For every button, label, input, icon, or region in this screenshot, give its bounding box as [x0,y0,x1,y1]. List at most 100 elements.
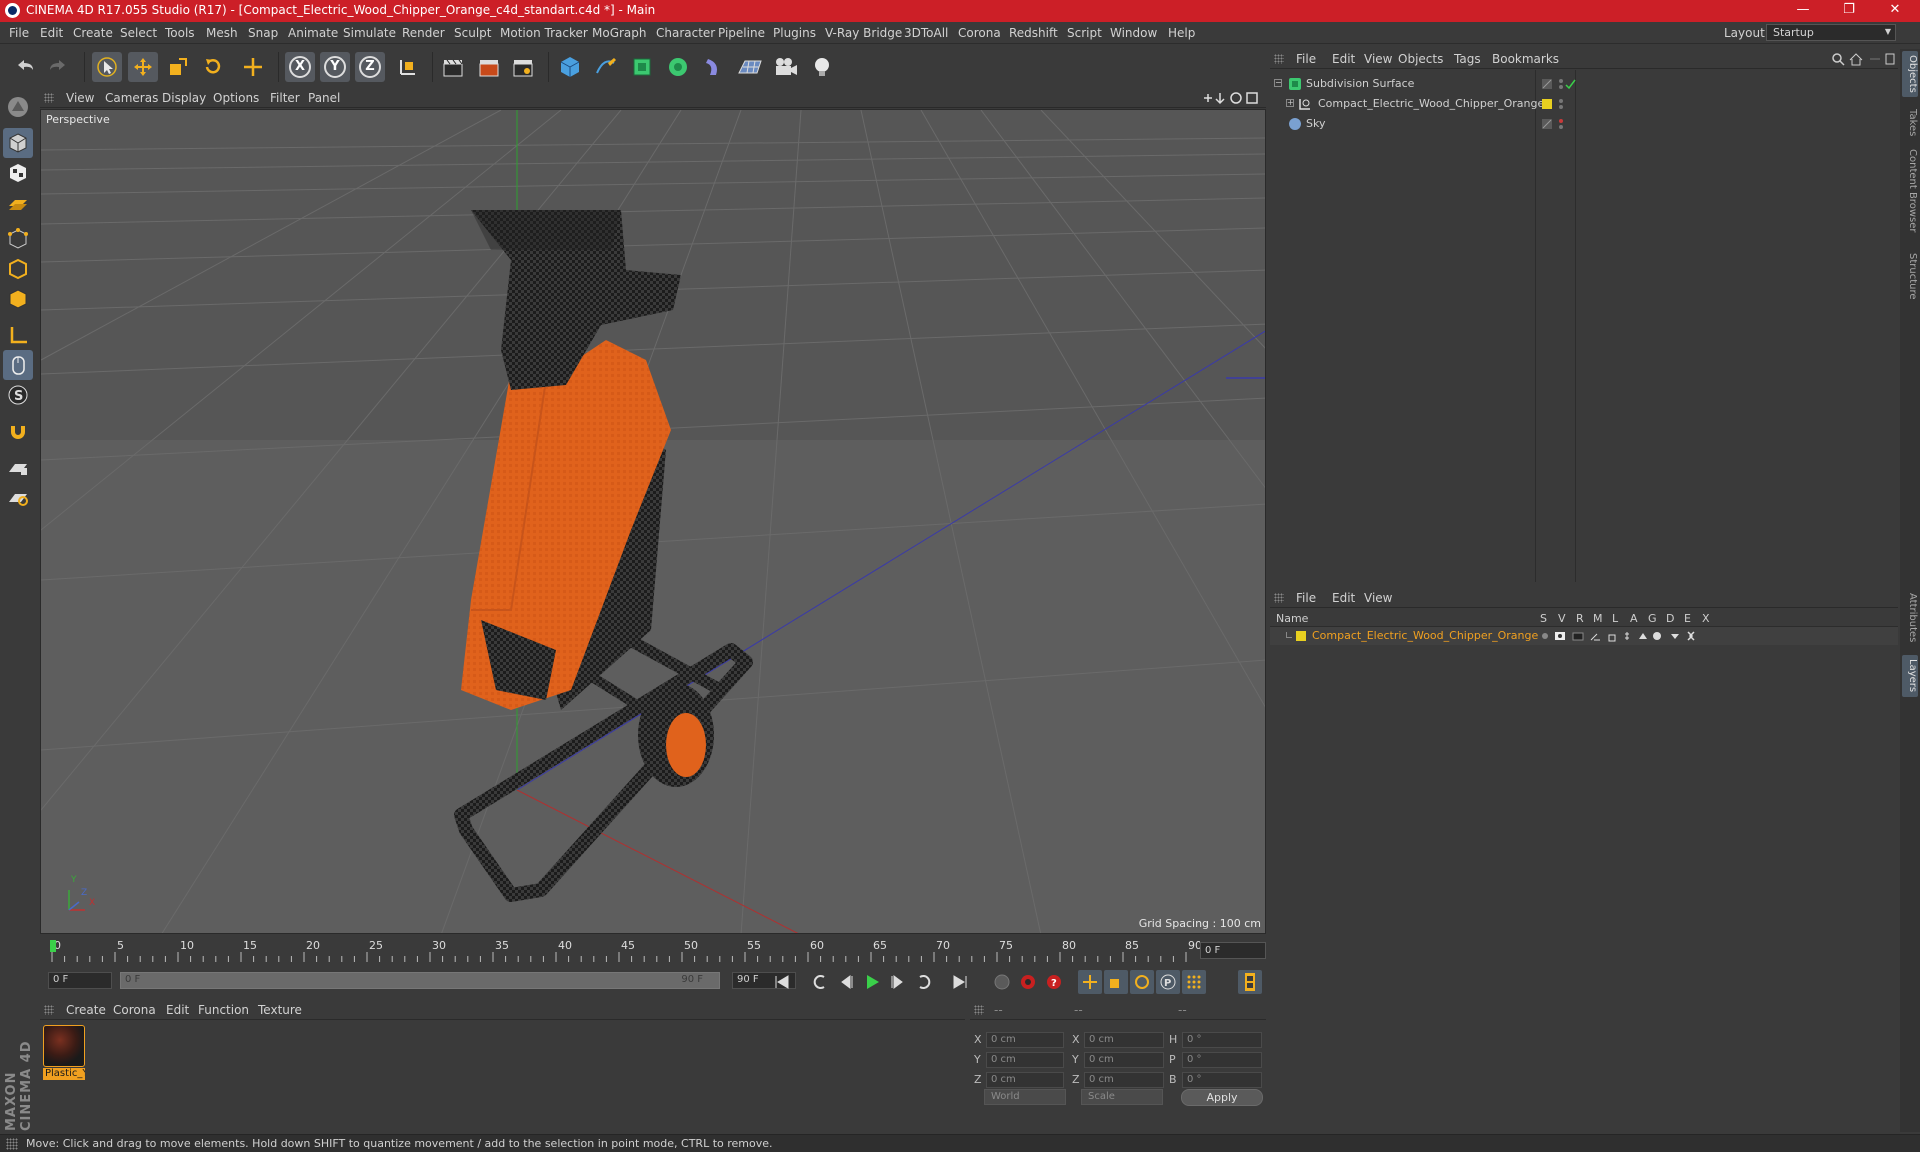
object-row-wood-chipper[interactable]: + Compact_Electric_Wood_Chipper_Orange [1270,94,1898,114]
rotate-tool-button[interactable] [198,52,228,82]
material-menu-function[interactable]: Function [198,1003,249,1017]
preview-range-slider[interactable]: 0 F 90 F [120,972,720,989]
viewport-menu-filter[interactable]: Filter [270,91,300,105]
magnet-button[interactable] [3,416,33,446]
tab-structure[interactable]: Structure [1902,249,1918,307]
y-axis-lock-button[interactable]: Y [320,52,350,82]
key-pla-button[interactable] [1182,970,1206,994]
menu-animate[interactable]: Animate [288,26,338,40]
render-settings-button[interactable] [508,52,538,82]
visibility-enabled-icons[interactable] [1541,78,1577,90]
next-key-button[interactable] [912,970,936,994]
layer-color-swatch[interactable] [1296,631,1306,641]
collapse-toggle-icon[interactable]: − [1274,79,1282,87]
tab-layers[interactable]: Layers [1902,655,1918,697]
model-mode-button[interactable] [3,128,33,158]
viewport-menu-panel[interactable]: Panel [308,91,340,105]
viewport-menu-cameras[interactable]: Cameras [105,91,158,105]
planar-workplane-button[interactable] [3,482,33,512]
scale-tool-button[interactable] [163,52,193,82]
menu-select[interactable]: Select [120,26,157,40]
coordinate-mode-dropdown[interactable]: World [984,1089,1066,1105]
key-parameter-button[interactable]: P [1156,970,1180,994]
column-animation[interactable]: A [1630,612,1638,625]
menu-help[interactable]: Help [1168,26,1195,40]
tab-attributes[interactable]: Attributes [1902,589,1918,651]
move-tool-button[interactable] [128,52,158,82]
workplane-mode-button[interactable] [3,188,33,218]
playhead-marker[interactable] [50,940,56,952]
object-row-sky[interactable]: Sky [1270,114,1898,134]
object-menu-edit[interactable]: Edit [1332,52,1355,66]
object-menu-bookmarks[interactable]: Bookmarks [1492,52,1559,66]
size-mode-dropdown[interactable]: Scale [1081,1089,1163,1105]
layer-menu-edit[interactable]: Edit [1332,591,1355,605]
material-menu-edit[interactable]: Edit [166,1003,189,1017]
menu-mesh[interactable]: Mesh [206,26,238,40]
column-deformers[interactable]: D [1666,612,1674,625]
viewport-nav-icons[interactable] [1200,90,1262,106]
size-y-field[interactable]: 0 cm [1084,1052,1164,1068]
menu-motion-tracker[interactable]: Motion Tracker [500,26,588,40]
object-menu-objects[interactable]: Objects [1398,52,1443,66]
key-position-button[interactable] [1078,970,1102,994]
object-menu-view[interactable]: View [1364,52,1392,66]
close-button[interactable]: ✕ [1872,0,1918,22]
timeline-ruler[interactable]: 0 5 10 15 20 25 30 35 40 45 50 55 60 65 70 75 80 85 90 [40,938,1266,964]
timeline-window-button[interactable] [1238,970,1262,994]
layer-flag-icons[interactable] [1540,630,1720,642]
key-rotation-button[interactable] [1130,970,1154,994]
object-row-subdivision-surface[interactable]: − Subdivision Surface [1270,74,1898,94]
layer-color-dots[interactable] [1541,98,1577,110]
render-to-picture-viewer-button[interactable] [474,52,504,82]
viewport-menu-options[interactable]: Options [213,91,259,105]
go-to-end-button[interactable] [948,970,972,994]
menu-create[interactable]: Create [73,26,113,40]
tab-takes[interactable]: Takes [1902,105,1918,141]
start-frame-field[interactable]: 0 F [48,972,112,989]
go-to-start-button[interactable] [770,970,794,994]
live-selection-button[interactable] [92,52,122,82]
menu-plugins[interactable]: Plugins [773,26,816,40]
x-axis-lock-button[interactable]: X [285,52,315,82]
undo-button[interactable] [10,52,40,82]
column-manager[interactable]: M [1593,612,1603,625]
maximize-button[interactable]: ❐ [1826,0,1872,22]
redo-button[interactable] [43,52,73,82]
layer-menu-view[interactable]: View [1364,591,1392,605]
record-keys-button[interactable] [990,970,1014,994]
keyframe-selection-button[interactable]: ? [1042,970,1066,994]
z-axis-lock-button[interactable]: Z [355,52,385,82]
snap-toggle-button[interactable]: S [3,380,33,410]
column-solo[interactable]: S [1540,612,1547,625]
edges-mode-button[interactable] [3,254,33,284]
pos-x-field[interactable]: 0 cm [986,1032,1064,1048]
floor-button[interactable] [735,52,765,82]
cloner-button[interactable] [663,52,693,82]
panel-grip[interactable] [44,1005,54,1015]
panel-grip[interactable] [1274,593,1284,603]
panel-grip[interactable] [44,93,54,103]
menu-simulate[interactable]: Simulate [343,26,396,40]
previous-key-button[interactable] [808,970,832,994]
column-render[interactable]: R [1576,612,1584,625]
texture-mode-button[interactable] [3,158,33,188]
panel-grip[interactable] [974,1005,984,1015]
object-menu-tags[interactable]: Tags [1454,52,1481,66]
material-menu-corona[interactable]: Corona [113,1003,156,1017]
menu-edit[interactable]: Edit [40,26,63,40]
expand-toggle-icon[interactable]: + [1286,99,1294,107]
column-view[interactable]: V [1558,612,1566,625]
perspective-viewport[interactable]: Perspective Grid Spacing : 100 cm Y X Z [40,109,1266,934]
rot-p-field[interactable]: 0 ° [1182,1052,1262,1068]
layout-dropdown[interactable]: Startup [1766,24,1896,41]
key-scale-button[interactable] [1104,970,1128,994]
tab-content-browser[interactable]: Content Browser [1902,145,1918,245]
rot-b-field[interactable]: 0 ° [1182,1072,1262,1088]
menu-script[interactable]: Script [1067,26,1102,40]
minimize-button[interactable]: — [1780,0,1826,22]
column-xref[interactable]: X [1702,612,1710,625]
subdivision-surface-button[interactable] [627,52,657,82]
pos-z-field[interactable]: 0 cm [986,1072,1064,1088]
cube-object-button[interactable] [555,52,585,82]
